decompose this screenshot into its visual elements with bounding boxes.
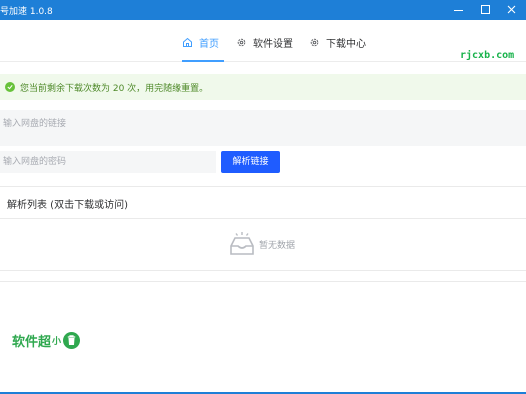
password-input[interactable]: [0, 151, 216, 173]
divider: [0, 186, 526, 187]
divider: [0, 281, 526, 282]
empty-text: 暂无数据: [259, 240, 296, 251]
quota-alert: 您当前剩余下载次数为 20 次，用完随缘重置。: [0, 74, 526, 100]
divider: [0, 270, 526, 271]
tab-settings-label: 软件设置: [253, 38, 293, 50]
alert-text: 您当前剩余下载次数为 20 次，用完随缘重置。: [20, 84, 209, 94]
gear-icon: [237, 38, 246, 46]
close-button[interactable]: [498, 0, 524, 20]
tab-home-label: 首页: [199, 38, 219, 50]
site-watermark: rjcxb.com: [460, 50, 515, 61]
gear-icon: [310, 38, 319, 46]
trash-badge-icon: [63, 332, 81, 349]
window-title: 号加速 1.0.8: [0, 7, 53, 17]
home-icon: [183, 37, 192, 47]
divider: [0, 218, 526, 219]
success-check-icon: [5, 82, 15, 92]
link-placeholder: 输入网盘的链接: [3, 119, 67, 129]
close-icon: [507, 5, 516, 14]
result-list-header: 解析列表 (双击下载或访问): [7, 200, 128, 211]
link-textarea[interactable]: 输入网盘的链接: [0, 110, 526, 146]
brand-watermark-small: 小: [52, 337, 62, 347]
active-tab-indicator: [182, 60, 224, 62]
tab-settings[interactable]: 软件设置: [236, 32, 293, 52]
tab-home[interactable]: 首页: [182, 32, 219, 52]
tab-downloads-label: 下载中心: [326, 38, 366, 50]
brand-watermark: 软件超 小: [12, 331, 81, 350]
empty-state: 暂无数据: [228, 229, 295, 259]
maximize-button[interactable]: [472, 0, 498, 20]
tab-downloads[interactable]: 下载中心: [309, 32, 366, 52]
empty-inbox-icon: [230, 232, 254, 255]
parse-link-button[interactable]: 解析链接: [221, 151, 280, 173]
top-nav: 首页 软件设置 下载中心: [0, 20, 526, 62]
title-bar: 号加速 1.0.8: [0, 0, 526, 20]
brand-watermark-text: 软件超: [12, 335, 52, 350]
minimize-button[interactable]: [446, 0, 472, 20]
